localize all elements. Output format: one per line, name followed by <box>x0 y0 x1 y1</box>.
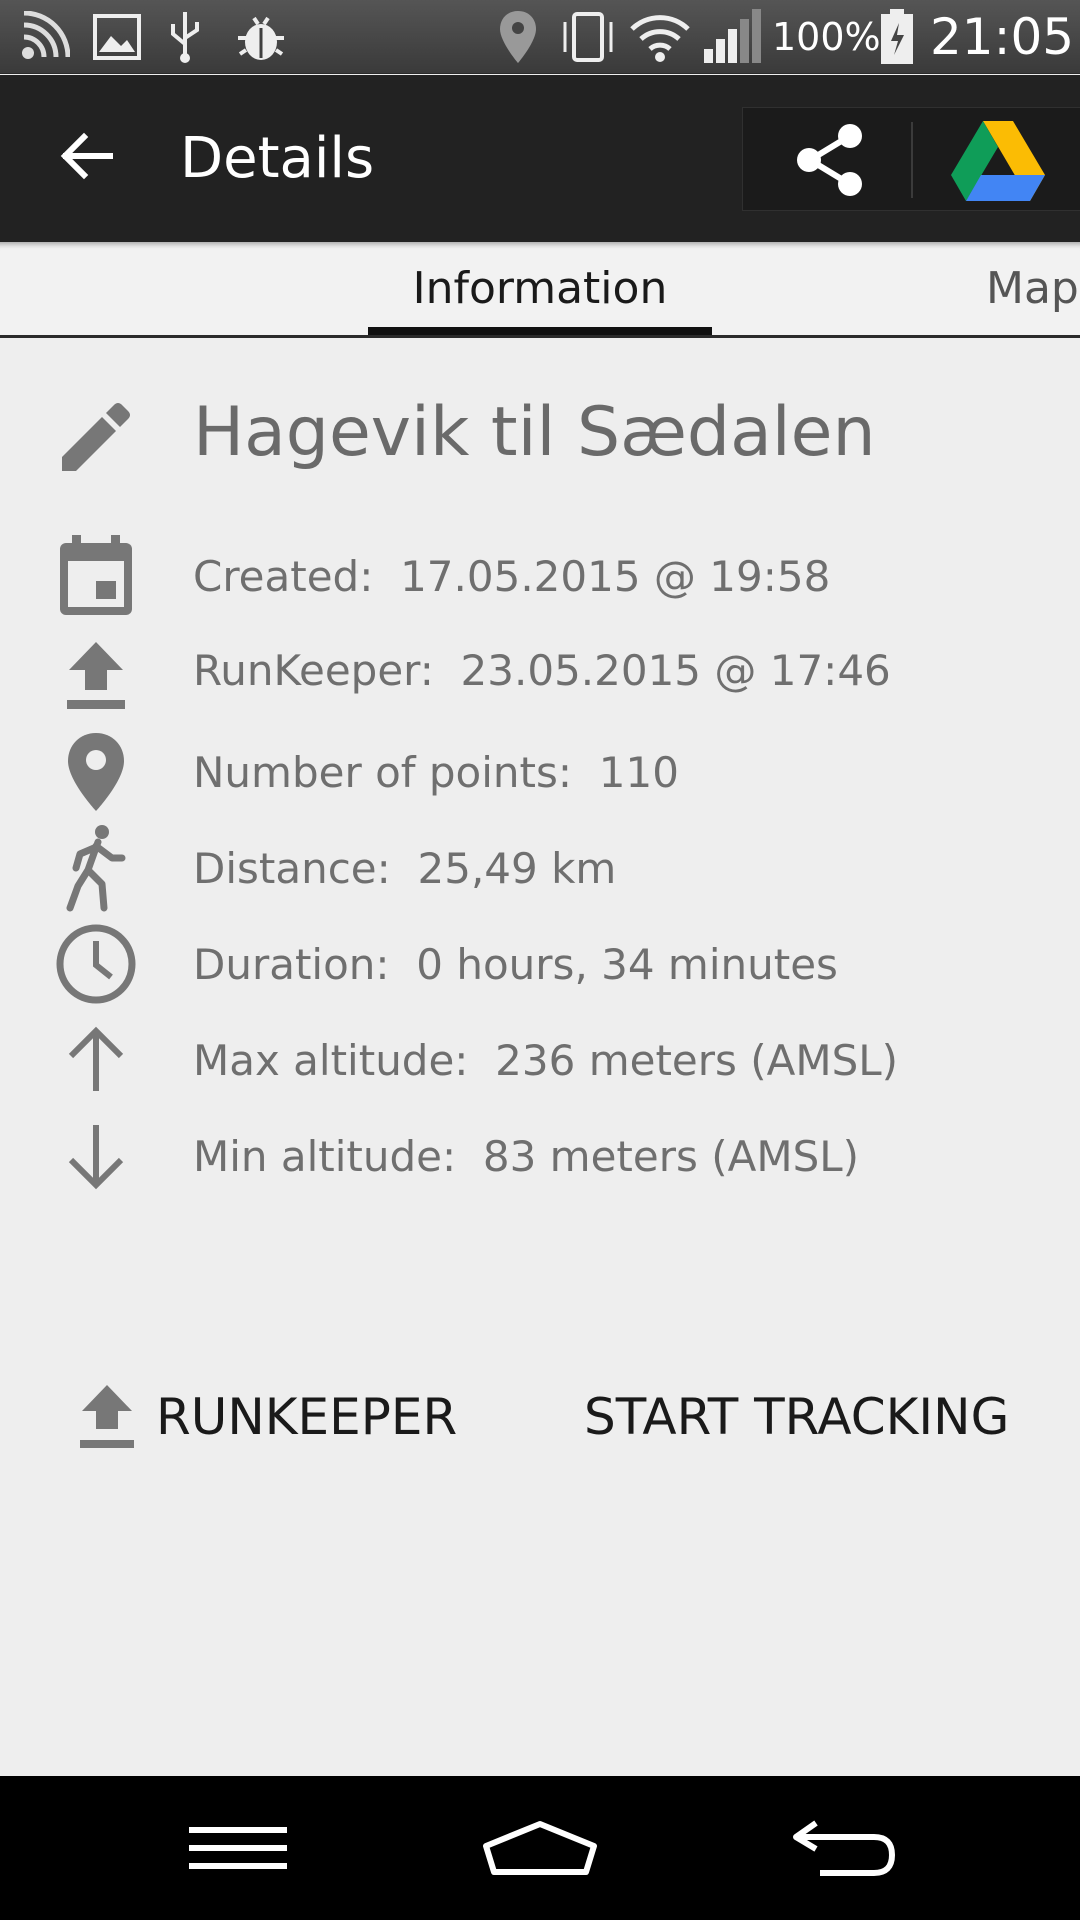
clock-icon <box>50 918 142 1010</box>
detail-value: 83 meters (AMSL) <box>482 1131 860 1181</box>
detail-row-created: Created: 17.05.2015 @ 19:58 <box>0 530 1080 622</box>
vibrate-icon <box>558 10 618 64</box>
clock-time: 21:05 <box>930 8 1075 66</box>
bug-icon <box>232 10 290 64</box>
arrow-down-icon <box>50 1110 142 1202</box>
runkeeper-upload-button[interactable]: RUNKEEPER <box>76 1367 457 1467</box>
pencil-icon <box>50 391 142 483</box>
detail-value: 236 meters (AMSL) <box>495 1035 899 1085</box>
tab-map[interactable]: Map <box>986 242 1079 335</box>
status-bar: 100% 21:05 <box>0 0 1080 74</box>
detail-value: 110 <box>598 747 679 797</box>
arrow-left-icon <box>60 132 113 180</box>
upload-icon <box>76 1381 138 1453</box>
back-nav-button[interactable] <box>774 1798 914 1898</box>
walking-icon <box>50 822 142 914</box>
track-name: Hagevik til Sædalen <box>193 393 876 472</box>
battery-percent: 100% <box>772 15 881 59</box>
detail-label: Min altitude: <box>193 1131 457 1181</box>
battery-charging-icon <box>874 9 920 64</box>
location-pin-icon <box>50 726 142 818</box>
detail-row-max-altitude: Max altitude: 236 meters (AMSL) <box>0 1014 1080 1106</box>
share-icon <box>797 124 862 196</box>
cast-icon <box>14 10 74 64</box>
detail-label: RunKeeper: <box>193 645 434 695</box>
home-button[interactable] <box>470 1798 610 1898</box>
usb-icon <box>162 10 208 64</box>
detail-value: 17.05.2015 @ 19:58 <box>400 551 831 601</box>
detail-label: Distance: <box>193 843 391 893</box>
track-name-row[interactable]: Hagevik til Sædalen <box>0 383 1080 493</box>
detail-label: Duration: <box>193 939 390 989</box>
share-button[interactable] <box>775 118 885 202</box>
app-bar: Details <box>0 75 1080 242</box>
tab-information[interactable]: Information <box>368 242 712 335</box>
runkeeper-button-label: RUNKEEPER <box>156 1388 458 1446</box>
google-drive-button[interactable] <box>943 116 1053 204</box>
detail-row-points: Number of points: 110 <box>0 726 1080 818</box>
google-drive-icon <box>951 121 1045 201</box>
navigation-bar <box>0 1776 1080 1920</box>
details-content: Hagevik til Sædalen Created: 17.05.2015 … <box>0 339 1080 1776</box>
action-divider <box>911 122 913 198</box>
page-title: Details <box>180 126 375 191</box>
menu-button[interactable] <box>168 1798 308 1898</box>
back-icon <box>793 1820 896 1876</box>
detail-row-duration: Duration: 0 hours, 34 minutes <box>0 918 1080 1010</box>
detail-value: 23.05.2015 @ 17:46 <box>460 645 891 695</box>
detail-label: Created: <box>193 551 374 601</box>
start-tracking-button[interactable]: START TRACKING <box>584 1367 1009 1467</box>
action-group <box>742 107 1080 211</box>
menu-icon <box>189 1827 287 1869</box>
back-button[interactable] <box>50 120 122 192</box>
wifi-icon <box>626 10 694 64</box>
detail-label: Max altitude: <box>193 1035 469 1085</box>
tab-indicator <box>368 327 712 335</box>
detail-label: Number of points: <box>193 747 573 797</box>
detail-row-runkeeper: RunKeeper: 23.05.2015 @ 17:46 <box>0 630 1080 722</box>
home-icon <box>483 1821 597 1875</box>
detail-row-distance: Distance: 25,49 km <box>0 822 1080 914</box>
upload-icon <box>50 630 142 722</box>
signal-icon <box>700 9 764 64</box>
detail-value: 25,49 km <box>417 843 617 893</box>
calendar-icon <box>50 530 142 622</box>
location-icon <box>494 10 542 64</box>
tab-bar: Information Map <box>0 242 1080 338</box>
image-icon <box>90 10 144 64</box>
arrow-up-icon <box>50 1014 142 1106</box>
detail-row-min-altitude: Min altitude: 83 meters (AMSL) <box>0 1110 1080 1202</box>
detail-value: 0 hours, 34 minutes <box>416 939 838 989</box>
